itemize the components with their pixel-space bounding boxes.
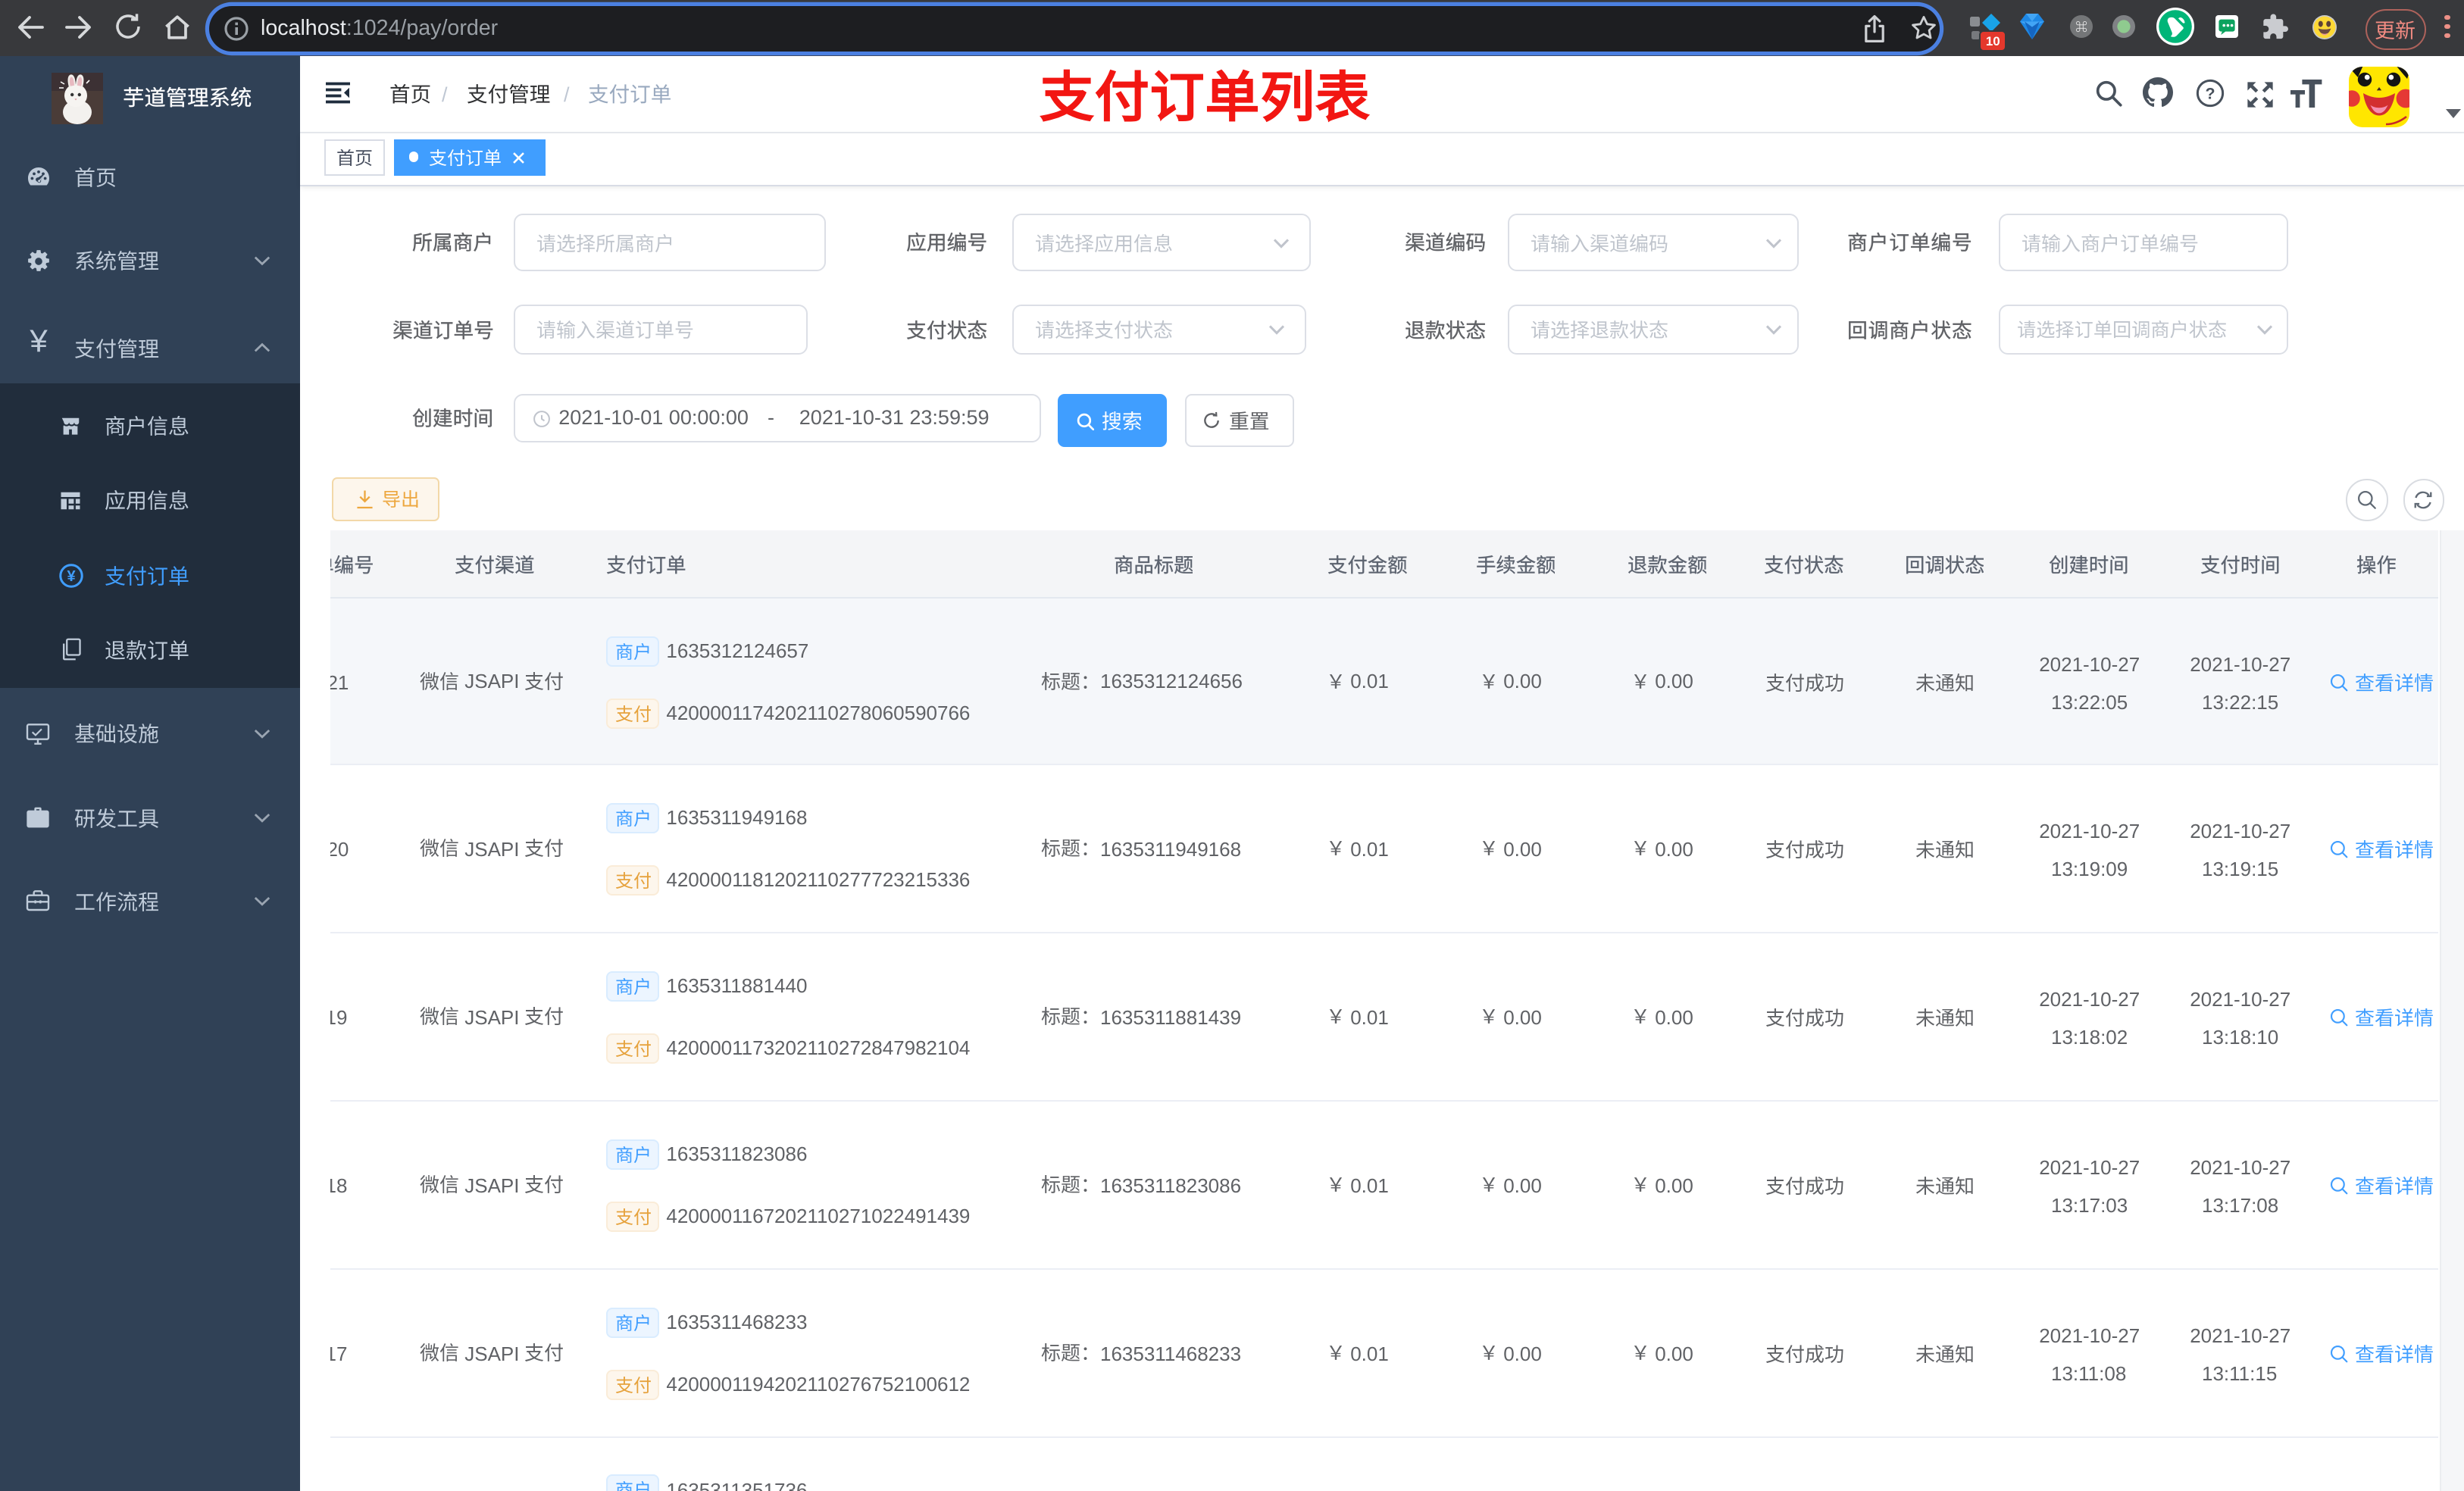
svg-text:?: ? xyxy=(2205,84,2215,102)
